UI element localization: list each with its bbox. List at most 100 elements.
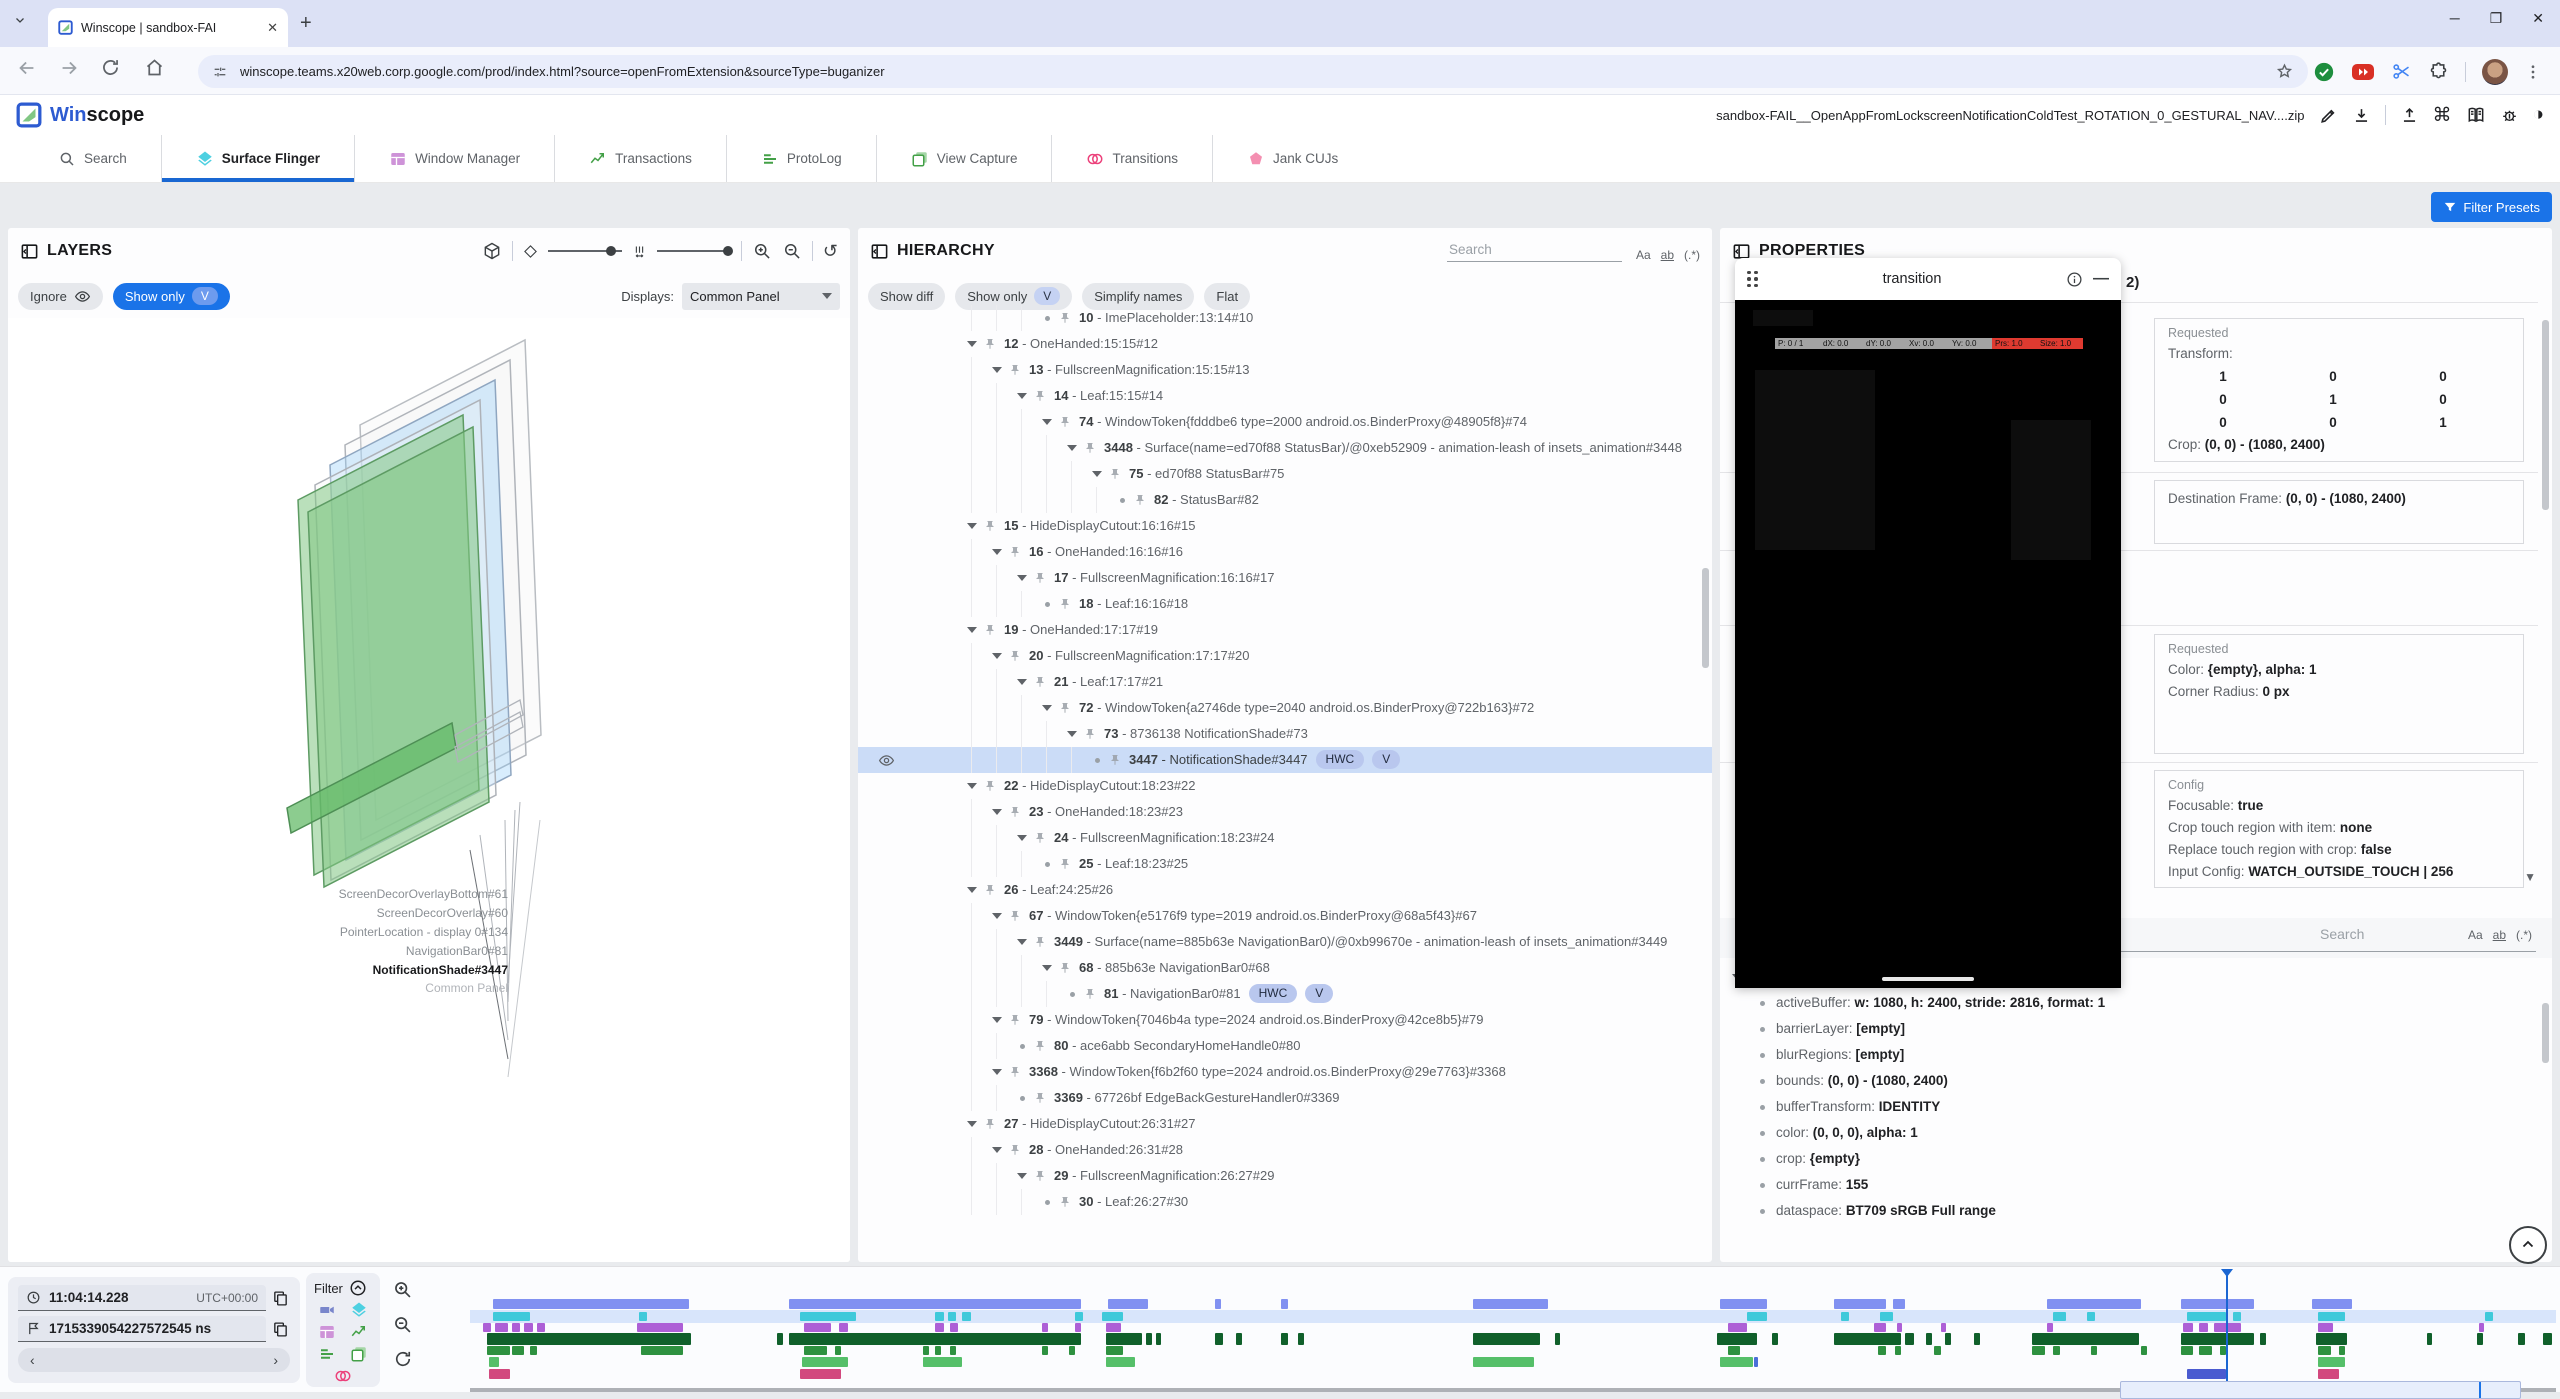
bookmark-star-icon[interactable]: [2275, 62, 2294, 81]
rotation-slider[interactable]: [548, 250, 622, 252]
trace-entry-block[interactable]: [777, 1333, 783, 1345]
tree-row-3447[interactable]: 3447 - NotificationShade#3447HWCV: [858, 747, 1712, 773]
trace-entry-block[interactable]: [935, 1346, 941, 1355]
trace-entry-block[interactable]: [1473, 1357, 1533, 1367]
pin-icon[interactable]: [1034, 1040, 1046, 1052]
trace-entry-block[interactable]: [789, 1299, 1081, 1309]
url-text[interactable]: winscope.teams.x20web.corp.google.com/pr…: [240, 64, 2263, 79]
expand-chevron-icon[interactable]: [1016, 825, 1028, 851]
bug-icon[interactable]: [2500, 106, 2519, 125]
extension-check-icon[interactable]: [2313, 61, 2335, 83]
trace-entry-block[interactable]: [1874, 1323, 1887, 1332]
pin-icon[interactable]: [1059, 1196, 1071, 1208]
tree-row-10[interactable]: 10 - ImePlaceholder:13:14#10: [858, 305, 1712, 331]
minimize-overlay-icon[interactable]: —: [2093, 270, 2109, 288]
pin-icon[interactable]: [1109, 754, 1121, 766]
expand-chevron-icon[interactable]: [1016, 565, 1028, 591]
expand-chevron-icon[interactable]: [966, 1111, 978, 1137]
pin-icon[interactable]: [1009, 650, 1021, 662]
trace-entry-block[interactable]: [1878, 1346, 1886, 1355]
url-bar[interactable]: winscope.teams.x20web.corp.google.com/pr…: [198, 55, 2308, 88]
trace-entry-block[interactable]: [2518, 1333, 2524, 1345]
timeline-tracks[interactable]: [470, 1271, 2556, 1391]
trace-entry-block[interactable]: [1728, 1346, 1741, 1355]
expand-chevron-icon[interactable]: [966, 617, 978, 643]
trace-entry-block[interactable]: [950, 1346, 956, 1355]
reload-icon[interactable]: [100, 57, 121, 78]
pin-icon[interactable]: [984, 1118, 996, 1130]
tree-row-73[interactable]: 73 - 8736138 NotificationShade#73: [858, 721, 1712, 747]
tree-row-14[interactable]: 14 - Leaf:15:15#14: [858, 383, 1712, 409]
property-row[interactable]: activeBuffer: w: 1080, h: 2400, stride: …: [1720, 990, 2552, 1016]
trace-entry-block[interactable]: [1069, 1346, 1075, 1355]
protolog-track[interactable]: [470, 1346, 2556, 1355]
next-frame-icon[interactable]: ›: [273, 1352, 278, 1368]
layers-3d-canvas[interactable]: ScreenDecorOverlayBottom#61ScreenDecorOv…: [8, 318, 850, 1262]
tree-row-3368[interactable]: 3368 - WindowToken{f6b2f60 type=2024 and…: [858, 1059, 1712, 1085]
trace-entry-block[interactable]: [2181, 1333, 2254, 1345]
pin-icon[interactable]: [1034, 572, 1046, 584]
avatar[interactable]: [2482, 59, 2508, 85]
trace-entry-block[interactable]: [1834, 1333, 1901, 1345]
trace-entry-block[interactable]: [1473, 1299, 1548, 1309]
pin-icon[interactable]: [1034, 390, 1046, 402]
trace-entry-block[interactable]: [641, 1346, 683, 1355]
trace-entry-block[interactable]: [1834, 1299, 1886, 1309]
trace-entry-block[interactable]: [1215, 1333, 1223, 1345]
home-icon[interactable]: [144, 57, 165, 78]
tree-row-29[interactable]: 29 - FullscreenMagnification:26:27#29: [858, 1163, 1712, 1189]
tree-row-67[interactable]: 67 - WindowToken{e5176f9 type=2019 andro…: [858, 903, 1712, 929]
pin-icon[interactable]: [1009, 910, 1021, 922]
browser-menu-icon[interactable]: [2524, 63, 2542, 81]
surface-flinger-icon[interactable]: [350, 1301, 368, 1319]
trace-entry-block[interactable]: [1772, 1333, 1778, 1345]
tree-row-16[interactable]: 16 - OneHanded:16:16#16: [858, 539, 1712, 565]
protolog-icon[interactable]: [318, 1345, 336, 1363]
pin-icon[interactable]: [1034, 832, 1046, 844]
tree-row-72[interactable]: 72 - WindowToken{a2746de type=2040 andro…: [858, 695, 1712, 721]
trace-entry-block[interactable]: [2053, 1346, 2059, 1355]
tree-row-25[interactable]: 25 - Leaf:18:23#25: [858, 851, 1712, 877]
tree-row-82[interactable]: 82 - StatusBar#82: [858, 487, 1712, 513]
expand-chevron-icon[interactable]: [1016, 1163, 1028, 1189]
trace-entry-block[interactable]: [2318, 1369, 2339, 1379]
pin-icon[interactable]: [1084, 728, 1096, 740]
collapse-panel-icon[interactable]: [870, 242, 889, 261]
regex-toggle[interactable]: (.*): [1684, 248, 1700, 262]
tree-row-19[interactable]: 19 - OneHanded:17:17#19: [858, 617, 1712, 643]
property-row[interactable]: crop: {empty}: [1720, 1146, 2552, 1172]
tree-row-81[interactable]: 81 - NavigationBar0#81HWCV: [858, 981, 1712, 1007]
download-icon[interactable]: [2352, 106, 2371, 125]
timeline-minimap[interactable]: [470, 1381, 2556, 1399]
expand-chevron-icon[interactable]: [966, 877, 978, 903]
scroll-to-top-button[interactable]: [2509, 1226, 2547, 1264]
ns-time-field[interactable]: 1715339054227572545 ns: [18, 1316, 266, 1342]
trace-entry-block[interactable]: [2032, 1346, 2045, 1355]
match-case-toggle[interactable]: Aa: [2468, 928, 2483, 942]
trace-entry-block[interactable]: [1473, 1333, 1540, 1345]
layer-label[interactable]: ScreenDecorOverlay#60: [377, 906, 508, 920]
extension-scissors-icon[interactable]: [2391, 61, 2412, 82]
trace-entry-block[interactable]: [487, 1346, 510, 1355]
trace-entry-block[interactable]: [1108, 1299, 1148, 1309]
trace-entry-block[interactable]: [2427, 1333, 2432, 1345]
window-minimize-button[interactable]: ─: [2450, 10, 2460, 27]
trace-entry-block[interactable]: [1106, 1346, 1123, 1355]
trace-entry-block[interactable]: [1934, 1346, 1940, 1355]
expand-chevron-icon[interactable]: [1041, 695, 1053, 721]
screen-recording-track[interactable]: [470, 1299, 2556, 1309]
trace-entry-block[interactable]: [2199, 1346, 2212, 1355]
pin-icon[interactable]: [984, 520, 996, 532]
pin-icon[interactable]: [1034, 1092, 1046, 1104]
trace-entry-block[interactable]: [2318, 1323, 2333, 1332]
trace-entry-block[interactable]: [495, 1323, 508, 1332]
expand-chevron-icon[interactable]: [991, 643, 1003, 669]
trace-entry-block[interactable]: [2479, 1323, 2484, 1332]
3d-view-icon[interactable]: [482, 241, 502, 261]
prev-frame-icon[interactable]: ‹: [30, 1352, 35, 1368]
trace-entry-block[interactable]: [2543, 1333, 2551, 1345]
copy-icon[interactable]: [272, 1321, 289, 1338]
tree-row-12[interactable]: 12 - OneHanded:15:15#12: [858, 331, 1712, 357]
trace-entry-block[interactable]: [2183, 1323, 2193, 1332]
trace-entry-block[interactable]: [493, 1312, 531, 1321]
